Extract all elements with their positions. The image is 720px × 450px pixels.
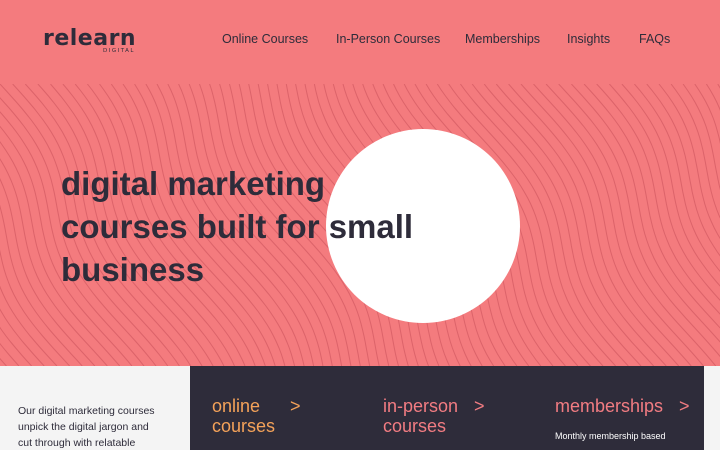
intro-text: Our digital marketing courses unpick the… xyxy=(18,403,178,450)
online-courses-title-line-1: online xyxy=(212,396,261,416)
site-header: relearn DIGITAL Online Courses In-Person… xyxy=(0,0,720,84)
intro-panel: Our digital marketing courses unpick the… xyxy=(0,366,190,450)
right-edge-panel xyxy=(704,366,720,450)
nav-online-courses[interactable]: Online Courses xyxy=(222,32,308,46)
intro-line-1: Our digital marketing courses xyxy=(18,405,155,417)
intro-line-3: cut through with relatable xyxy=(18,437,136,449)
online-courses-title-line-2: courses xyxy=(212,416,276,436)
course-links-panel: online > courses in-person > courses mem… xyxy=(190,366,704,450)
main-nav: Online Courses In-Person Courses Members… xyxy=(0,32,720,48)
memberships-title: memberships xyxy=(555,396,664,416)
nav-insights[interactable]: Insights xyxy=(567,32,610,46)
hero-heading-line-1: digital marketing xyxy=(61,165,326,202)
hero-heading-line-2: courses built for small xyxy=(61,208,414,245)
hero-section: digital marketing courses built for smal… xyxy=(0,84,720,366)
memberships-subtitle: Monthly membership based xyxy=(555,431,666,441)
logo-subtext: DIGITAL xyxy=(103,48,136,54)
chevron-right-icon: > xyxy=(290,396,301,416)
chevron-right-icon: > xyxy=(679,396,690,416)
hero-heading-line-3: business xyxy=(61,251,205,288)
in-person-courses-title-line-1: in-person xyxy=(383,396,459,416)
nav-in-person-courses[interactable]: In-Person Courses xyxy=(336,32,440,46)
nav-faqs[interactable]: FAQs xyxy=(639,32,670,46)
chevron-right-icon: > xyxy=(474,396,485,416)
hero-heading: digital marketing courses built for smal… xyxy=(61,162,441,291)
in-person-courses-title-line-2: courses xyxy=(383,416,447,436)
nav-memberships[interactable]: Memberships xyxy=(465,32,540,46)
intro-line-2: unpick the digital jargon and xyxy=(18,421,149,433)
